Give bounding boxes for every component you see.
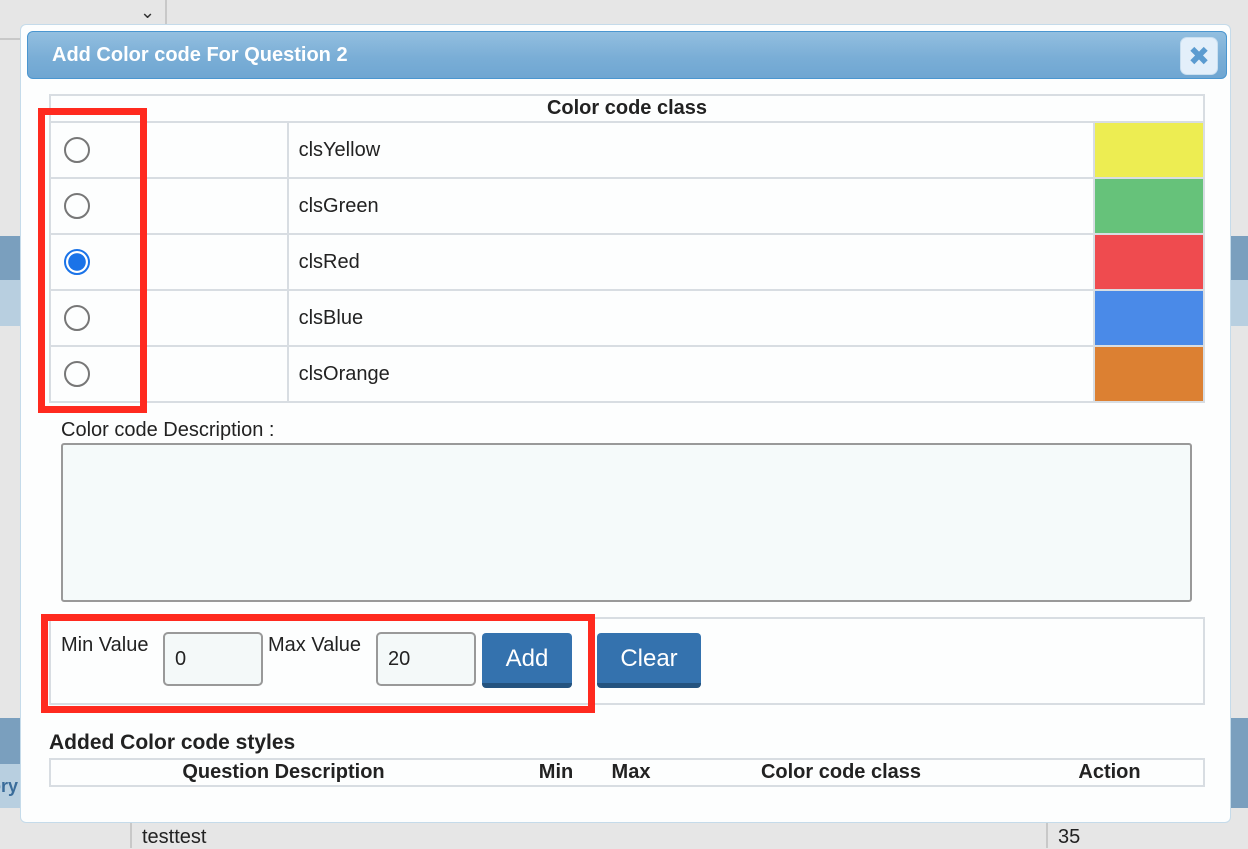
color-swatch bbox=[1093, 177, 1205, 235]
color-row[interactable]: clsOrange bbox=[49, 345, 1205, 403]
chevron-down-icon[interactable]: ⌄ bbox=[140, 2, 155, 23]
close-button[interactable]: ✖ bbox=[1180, 37, 1218, 75]
color-swatch bbox=[1093, 289, 1205, 347]
col-color-code-class: Color code class bbox=[760, 761, 922, 783]
bg-header bbox=[0, 718, 20, 764]
bg-row-value: 35 bbox=[1058, 826, 1081, 848]
col-max: Max bbox=[611, 761, 651, 783]
color-name: clsRed bbox=[286, 233, 1096, 291]
bg-header bbox=[1230, 236, 1248, 280]
bg-header bbox=[1230, 280, 1248, 326]
color-row[interactable]: clsYellow bbox=[49, 121, 1205, 179]
description-textarea[interactable] bbox=[61, 443, 1192, 602]
bg-divider bbox=[165, 0, 167, 24]
bg-header bbox=[0, 236, 20, 280]
description-label: Color code Description : bbox=[61, 419, 275, 441]
added-styles-table: Question Description Min Max Color code … bbox=[49, 758, 1205, 787]
col-question-description: Question Description bbox=[182, 761, 385, 783]
color-row[interactable]: clsGreen bbox=[49, 177, 1205, 235]
color-row[interactable]: clsRed bbox=[49, 233, 1205, 291]
col-action: Action bbox=[1078, 761, 1141, 783]
color-name: clsBlue bbox=[286, 289, 1096, 347]
highlight-box-radios bbox=[38, 108, 147, 413]
color-row[interactable]: clsBlue bbox=[49, 289, 1205, 347]
color-swatch bbox=[1093, 345, 1205, 403]
color-swatch bbox=[1093, 233, 1205, 291]
color-name: clsOrange bbox=[286, 345, 1096, 403]
col-min: Min bbox=[538, 761, 574, 783]
bg-header bbox=[0, 280, 20, 326]
color-name: clsGreen bbox=[286, 177, 1096, 235]
bg-divider bbox=[1046, 822, 1048, 848]
color-code-class-header: Color code class bbox=[49, 94, 1205, 123]
highlight-box-range bbox=[41, 614, 595, 713]
color-swatch bbox=[1093, 121, 1205, 179]
bg-divider bbox=[130, 822, 132, 848]
color-code-table: Color code class clsYellow clsGreen clsR… bbox=[49, 94, 1205, 403]
clear-button[interactable]: Clear bbox=[597, 633, 701, 688]
color-name: clsYellow bbox=[286, 121, 1096, 179]
dialog-titlebar[interactable]: Add Color code For Question 2 ✖ bbox=[27, 31, 1227, 79]
dialog-title: Add Color code For Question 2 bbox=[52, 44, 348, 66]
bg-text: ory bbox=[0, 764, 20, 808]
added-styles-title: Added Color code styles bbox=[49, 731, 296, 754]
bg-header bbox=[1230, 718, 1248, 808]
bg-row-name: testtest bbox=[142, 826, 207, 848]
close-icon: ✖ bbox=[1188, 41, 1210, 71]
